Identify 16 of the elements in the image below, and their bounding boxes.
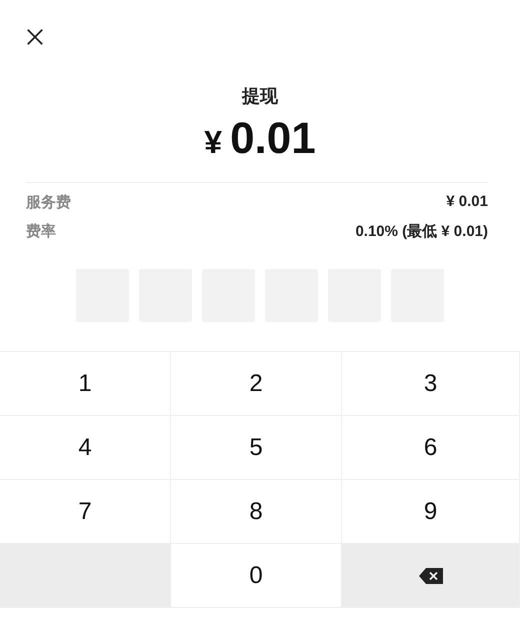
fee-label: 服务费 xyxy=(26,193,71,212)
fee-value: 0.10% (最低 ¥ 0.01) xyxy=(355,222,488,241)
digit-key[interactable]: 6 xyxy=(342,416,520,480)
digit-key[interactable]: 2 xyxy=(171,352,342,416)
close-icon[interactable] xyxy=(26,28,44,46)
amount-text: ¥ 0.01 xyxy=(204,114,316,164)
digit-key[interactable]: 4 xyxy=(0,416,171,480)
backspace-icon xyxy=(418,568,442,584)
dialog-title: 提现 xyxy=(242,85,278,108)
digit-key[interactable]: 1 xyxy=(0,352,171,416)
digit-key[interactable]: 5 xyxy=(171,416,342,480)
fee-value: ¥ 0.01 xyxy=(446,193,488,212)
digit-key[interactable]: 3 xyxy=(342,352,520,416)
digit-key[interactable]: 8 xyxy=(171,480,342,544)
backspace-key[interactable] xyxy=(342,544,520,608)
fee-label: 费率 xyxy=(26,222,56,241)
